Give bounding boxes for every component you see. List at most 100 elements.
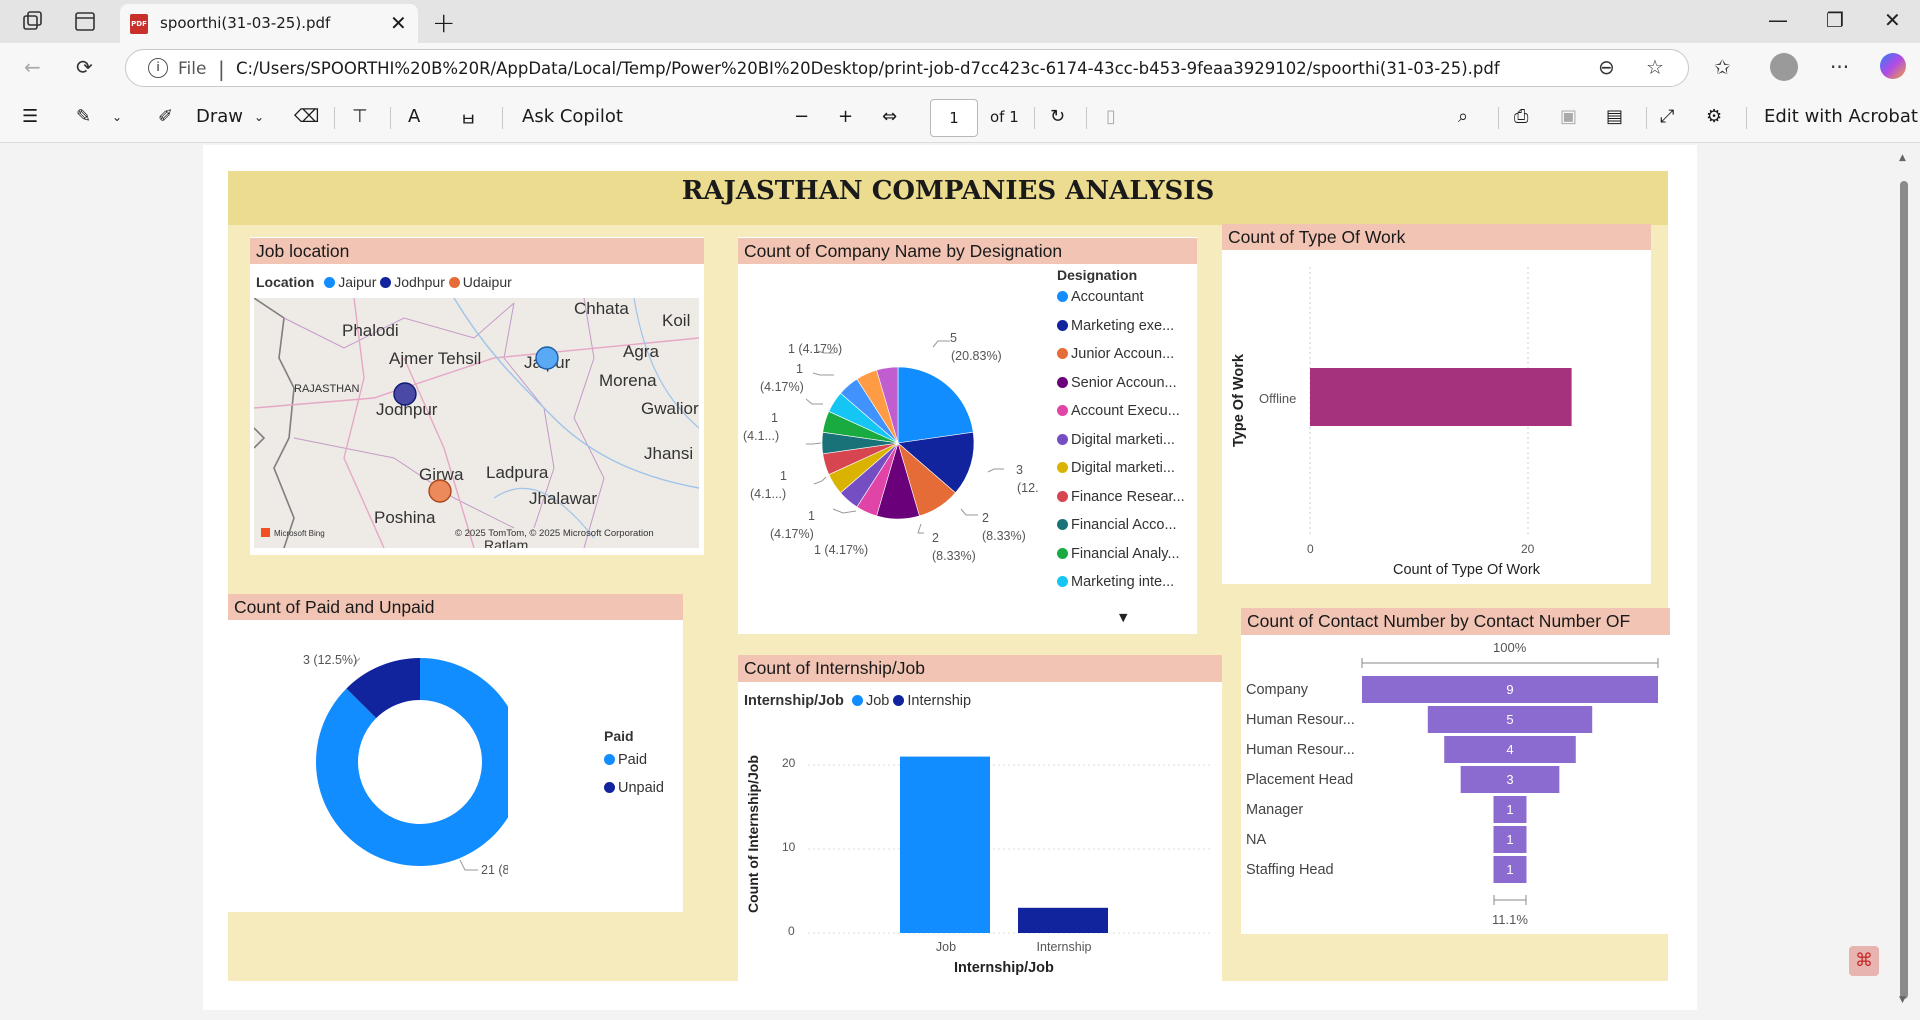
x-tick: 0 (1307, 542, 1314, 556)
pie-label: 1 (796, 362, 803, 376)
legend-item[interactable]: Junior Accoun... (1057, 346, 1192, 375)
legend-item[interactable]: Senior Accoun... (1057, 375, 1192, 404)
legend-item[interactable]: Digital marketi... (1057, 460, 1192, 489)
print-icon[interactable]: ⎙ (1514, 106, 1528, 127)
funnel-category-label: Placement Head (1246, 772, 1353, 788)
draw-icon[interactable]: ✐ (158, 106, 173, 127)
map-label-ladpura: Ladpura (486, 463, 549, 482)
scroll-up-icon[interactable]: ▲ (1899, 153, 1906, 163)
pie-label: (4.1...) (750, 487, 786, 501)
workspaces-icon[interactable] (20, 9, 46, 35)
url-text[interactable]: C:/Users/SPOORTHI%20B%20R/AppData/Local/… (236, 59, 1500, 78)
chevron-down-icon[interactable]: ⌄ (254, 110, 264, 124)
copilot-icon[interactable] (1880, 53, 1906, 79)
save-as-icon[interactable]: ▤ (1606, 106, 1623, 127)
legend-dot-icon (448, 277, 460, 288)
pie-slice[interactable] (897, 366, 974, 444)
toolbar-divider (1498, 107, 1499, 129)
save-icon[interactable]: ▣ (1560, 106, 1577, 127)
pie-label: (4.17%) (770, 527, 814, 541)
favorite-star-icon[interactable]: ☆ (1646, 55, 1664, 79)
new-tab-icon[interactable]: + (432, 6, 455, 39)
legend-item[interactable]: Accountant (1057, 289, 1192, 318)
job-location-map[interactable]: Phalodi Chhata Koil Ajmer Tehsil Jaipur … (254, 298, 699, 548)
read-aloud-icon[interactable]: A (408, 106, 420, 127)
restore-icon[interactable]: ❐ (1826, 8, 1844, 32)
legend-item[interactable]: Financial Analy... (1057, 546, 1192, 575)
legend-item-paid[interactable]: Paid (604, 752, 647, 768)
legend-dot-icon (1057, 405, 1068, 416)
bar-job[interactable] (900, 756, 990, 933)
legend-item[interactable]: Digital marketi... (1057, 432, 1192, 461)
refresh-icon[interactable]: ⟳ (76, 55, 93, 79)
edit-with-acrobat-button[interactable]: Edit with Acrobat (1764, 106, 1918, 127)
map-label-jhansi: Jhansi (644, 444, 693, 463)
acrobat-icon[interactable]: ⌘ (1849, 946, 1879, 976)
legend-item[interactable]: Marketing exe... (1057, 318, 1192, 347)
legend-job[interactable]: Job (866, 693, 889, 709)
settings-gear-icon[interactable]: ⚙ (1706, 106, 1722, 127)
paid-unpaid-donut[interactable]: 3 (12.5%) 21 (87.5%) (228, 622, 508, 892)
job-location-legend: Location Jaipur Jodhpur Udaipur (256, 274, 512, 290)
profile-avatar[interactable] (1770, 53, 1798, 81)
scrollbar-thumb[interactable] (1900, 181, 1908, 999)
more-menu-icon[interactable]: ··· (1830, 55, 1849, 79)
type-of-work-chart[interactable]: Offline 0 20 Count of Type Of Work Type … (1222, 252, 1651, 582)
donut-label-paid: 21 (87.5%) (481, 863, 508, 877)
map-bubble-udaipur[interactable] (428, 479, 452, 503)
map-bubble-jodhpur[interactable] (393, 382, 417, 406)
x-tick: Internship (1037, 940, 1092, 954)
minimize-icon[interactable]: — (1768, 8, 1788, 32)
contact-funnel-chart[interactable]: 100% 9 Company 5 Human Resour... 4 Human Reso… (1241, 636, 1670, 934)
search-icon[interactable]: ⌕ (1458, 106, 1468, 127)
x-tick: Job (936, 940, 956, 954)
funnel-category-label: Manager (1246, 802, 1303, 818)
legend-label: Unpaid (618, 780, 664, 796)
legend-scroll-down-icon[interactable]: ▼ (1119, 611, 1127, 624)
legend-item[interactable]: Account Execu... (1057, 403, 1192, 432)
map-label-morena: Morena (599, 371, 657, 390)
favorites-icon[interactable]: ✩ (1714, 55, 1731, 79)
contents-icon[interactable]: ☰ (22, 106, 38, 127)
fullscreen-icon[interactable]: ⤢ (1660, 106, 1674, 127)
legend-item[interactable]: Finance Resear... (1057, 489, 1192, 518)
pie-label: (8.33%) (982, 529, 1026, 543)
draw-button[interactable]: Draw (196, 106, 243, 127)
legend-label: Financial Analy... (1071, 545, 1180, 562)
legend-item[interactable]: Financial Acco... (1057, 517, 1192, 546)
legend-label: Accountant (1071, 289, 1144, 305)
zoom-icon[interactable]: ⊖ (1598, 55, 1615, 79)
legend-internship[interactable]: Internship (907, 693, 971, 709)
tab-active[interactable]: PDF spoorthi(31-03-25).pdf ✕ (120, 4, 418, 43)
fit-width-icon[interactable]: ⇔ (882, 106, 897, 127)
back-icon[interactable]: ← (24, 55, 41, 79)
scrollbar[interactable]: ▲ ▼ (1897, 143, 1911, 1013)
toolbar-divider (1646, 107, 1647, 129)
close-window-icon[interactable]: ✕ (1884, 8, 1901, 32)
bar-internship[interactable] (1018, 907, 1108, 933)
toolbar-divider (1086, 107, 1087, 129)
text-box-icon[interactable]: ⊤ (352, 106, 368, 127)
info-icon[interactable]: i (148, 58, 168, 78)
vertical-tabs-icon[interactable] (72, 9, 98, 35)
scroll-down-icon[interactable]: ▼ (1899, 995, 1906, 1005)
eraser-icon[interactable]: ⌫ (294, 106, 319, 127)
map-bubble-jaipur[interactable] (535, 346, 559, 370)
tab-close-icon[interactable]: ✕ (390, 11, 407, 35)
translate-icon[interactable]: ㅂ (460, 106, 477, 132)
ask-copilot-button[interactable]: Ask Copilot (522, 106, 623, 127)
legend-item[interactable]: Marketing inte... (1057, 574, 1192, 603)
internship-job-chart[interactable]: 20 10 0 Job Internship Internship/Job Co… (738, 720, 1222, 980)
zoom-out-icon[interactable]: − (794, 106, 809, 127)
chevron-down-icon[interactable]: ⌄ (112, 110, 122, 124)
page-view-icon[interactable]: ▯ (1106, 106, 1116, 127)
address-bar[interactable]: i File | C:/Users/SPOORTHI%20B%20R/AppDa… (125, 49, 1689, 87)
designation-pie[interactable]: 5 (20.83%) 3 (12....) 2 (8.33%) 2 (8.33%… (738, 265, 1038, 565)
zoom-in-icon[interactable]: + (838, 106, 853, 127)
rotate-icon[interactable]: ↻ (1050, 106, 1065, 127)
page-number-input[interactable]: 1 (930, 99, 978, 137)
legend-item-unpaid[interactable]: Unpaid (604, 780, 664, 796)
bar-offline[interactable] (1310, 368, 1572, 426)
highlight-icon[interactable]: ✎ (76, 106, 91, 127)
legend-jodhpur: Jodhpur (394, 274, 445, 290)
